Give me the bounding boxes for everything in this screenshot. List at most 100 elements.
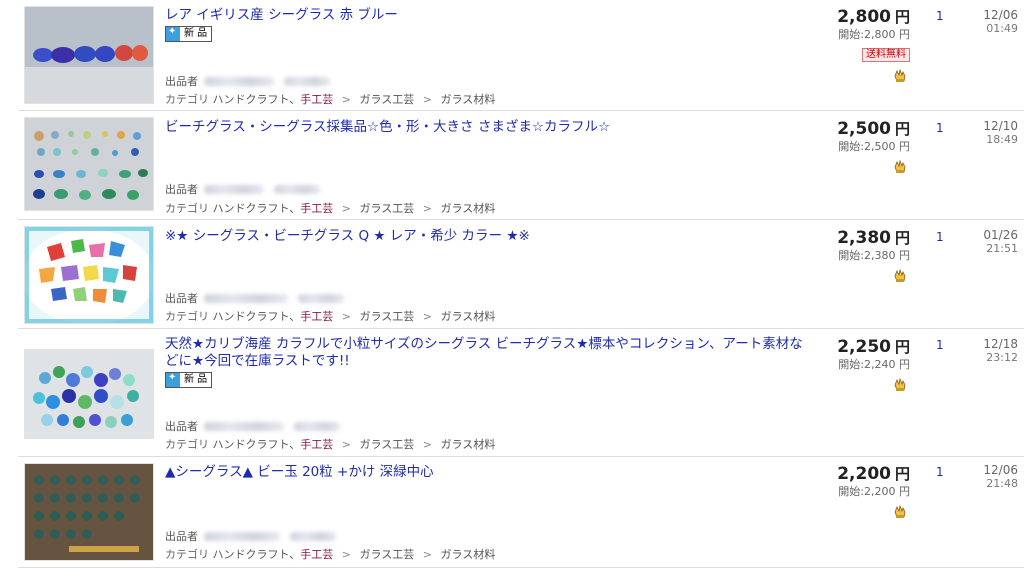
category-link[interactable]: 手工芸 — [300, 438, 333, 451]
price-value: 2,250 — [837, 337, 891, 357]
bid-count[interactable]: 1 — [936, 230, 944, 244]
category-separator: > — [341, 202, 351, 215]
category-link[interactable]: 手工芸 — [300, 93, 333, 106]
category-separator: > — [341, 548, 351, 561]
price-currency: 円 — [894, 229, 910, 247]
item-title-link[interactable]: 天然★カリブ海産 カラフルで小粒サイズのシーグラス ビーチグラス★標本やコレクシ… — [165, 336, 805, 370]
hand-watch-icon[interactable] — [892, 267, 908, 283]
list-item: ※★ シーグラス・ビーチグラス Q ★ レア・希少 カラー ★※ 出品者 カテゴ… — [18, 220, 1024, 329]
seller-name-redacted[interactable] — [204, 293, 288, 303]
end-date-day: 01/26 — [983, 228, 1018, 242]
category-separator: > — [341, 310, 351, 323]
new-item-label: 新 品 — [184, 28, 208, 39]
category-link[interactable]: ハンドクラフト、 — [213, 202, 301, 215]
item-title-link[interactable]: ビーチグラス・シーグラス採集品☆色・形・大きさ さまざま☆カラフル☆ — [165, 119, 805, 136]
start-price: 開始:2,240 円 — [838, 358, 910, 371]
item-thumbnail[interactable] — [24, 6, 154, 104]
new-item-badge: 新 品 — [165, 372, 213, 388]
price-value: 2,800 — [837, 7, 891, 27]
price-value: 2,380 — [837, 228, 891, 248]
seller-label: 出品者 — [165, 530, 198, 543]
category-link[interactable]: ガラス工芸 — [360, 310, 415, 323]
item-thumbnail[interactable] — [24, 226, 154, 324]
end-date-day: 12/18 — [983, 337, 1018, 351]
item-title-link[interactable]: ※★ シーグラス・ビーチグラス Q ★ レア・希少 カラー ★※ — [165, 228, 805, 245]
category-link[interactable]: ガラス材料 — [441, 548, 496, 561]
item-title-link[interactable]: ▲シーグラス▲ ビー玉 20粒 +かけ 深緑中心 — [165, 464, 805, 481]
seller-info: 出品者 — [165, 181, 320, 197]
end-date-time: 01:49 — [986, 22, 1018, 35]
category-link[interactable]: ハンドクラフト、 — [213, 310, 301, 323]
end-date: 12/06 21:48 — [968, 463, 1018, 491]
category-link[interactable]: ガラス工芸 — [360, 93, 415, 106]
end-date-day: 12/06 — [983, 463, 1018, 477]
category-link[interactable]: ガラス材料 — [441, 93, 496, 106]
category-link[interactable]: ハンドクラフト、 — [213, 548, 301, 561]
end-date-time: 21:48 — [986, 477, 1018, 490]
category-separator: > — [422, 438, 432, 451]
category-link[interactable]: ハンドクラフト、 — [213, 93, 301, 106]
end-date: 12/06 01:49 — [968, 8, 1018, 36]
item-title-link[interactable]: レア イギリス産 シーグラス 赤 ブルー — [165, 7, 805, 24]
bid-count[interactable]: 1 — [936, 465, 944, 479]
start-price: 開始:2,500 円 — [838, 140, 910, 153]
seller-info: 出品者 — [165, 73, 330, 89]
category-separator: > — [422, 93, 432, 106]
current-price: 2,500 円 — [790, 119, 910, 139]
price-currency: 円 — [894, 8, 910, 26]
category-label: カテゴリ — [165, 93, 209, 106]
item-thumbnail[interactable] — [24, 463, 154, 561]
category-separator: > — [341, 438, 351, 451]
end-date: 01/26 21:51 — [968, 228, 1018, 256]
category-link[interactable]: 手工芸 — [300, 202, 333, 215]
price-currency: 円 — [894, 338, 910, 356]
category-link[interactable]: 手工芸 — [300, 310, 333, 323]
seller-rating-redacted — [294, 421, 340, 431]
end-date: 12/18 23:12 — [968, 337, 1018, 365]
bid-count[interactable]: 1 — [936, 121, 944, 135]
seller-info: 出品者 — [165, 528, 336, 544]
category-link[interactable]: 手工芸 — [300, 548, 333, 561]
category-label: カテゴリ — [165, 548, 209, 561]
bid-count[interactable]: 1 — [936, 338, 944, 352]
end-date-time: 21:51 — [986, 242, 1018, 255]
seller-name-redacted[interactable] — [204, 421, 284, 431]
seller-name-redacted[interactable] — [204, 531, 280, 541]
price-value: 2,200 — [837, 464, 891, 484]
seller-rating-redacted — [274, 184, 320, 194]
hand-watch-icon[interactable] — [892, 67, 908, 83]
new-item-icon — [166, 372, 180, 387]
hand-watch-icon[interactable] — [892, 503, 908, 519]
item-thumbnail[interactable] — [24, 117, 154, 211]
start-price: 開始:2,800 円 — [838, 28, 910, 41]
current-price: 2,200 円 — [790, 464, 910, 484]
end-date: 12/10 18:49 — [968, 119, 1018, 147]
item-title-line1[interactable]: 天然★カリブ海産 カラフルで小粒サイズのシーグラス ビーチグラス★標本やコレクシ… — [165, 336, 803, 352]
seller-name-redacted[interactable] — [204, 76, 274, 86]
category-link[interactable]: ガラス工芸 — [360, 548, 415, 561]
hand-watch-icon[interactable] — [892, 376, 908, 392]
category-separator: > — [422, 202, 432, 215]
new-item-icon — [166, 26, 180, 41]
end-date-time: 18:49 — [986, 133, 1018, 146]
category-link[interactable]: ガラス工芸 — [360, 202, 415, 215]
hand-watch-icon[interactable] — [892, 158, 908, 174]
free-shipping-badge: 送料無料 — [862, 48, 910, 62]
end-date-day: 12/06 — [983, 8, 1018, 22]
category-link[interactable]: ガラス材料 — [441, 438, 496, 451]
category-path: カテゴリ ハンドクラフト、手工芸 > ガラス工芸 > ガラス材料 — [165, 546, 495, 562]
category-path: カテゴリ ハンドクラフト、手工芸 > ガラス工芸 > ガラス材料 — [165, 200, 495, 216]
item-title-line2[interactable]: どに★今回で在庫ラストです!! — [165, 353, 350, 369]
category-link[interactable]: ガラス材料 — [441, 202, 496, 215]
current-price: 2,800 円 — [790, 7, 910, 27]
list-item: 天然★カリブ海産 カラフルで小粒サイズのシーグラス ビーチグラス★標本やコレクシ… — [18, 329, 1024, 457]
seller-name-redacted[interactable] — [204, 184, 264, 194]
price-value: 2,500 — [837, 119, 891, 139]
category-link[interactable]: ガラス工芸 — [360, 438, 415, 451]
category-separator: > — [422, 548, 432, 561]
category-link[interactable]: ガラス材料 — [441, 310, 496, 323]
category-link[interactable]: ハンドクラフト、 — [213, 438, 301, 451]
bid-count[interactable]: 1 — [936, 9, 944, 23]
item-thumbnail[interactable] — [24, 349, 154, 439]
seller-rating-redacted — [290, 531, 336, 541]
